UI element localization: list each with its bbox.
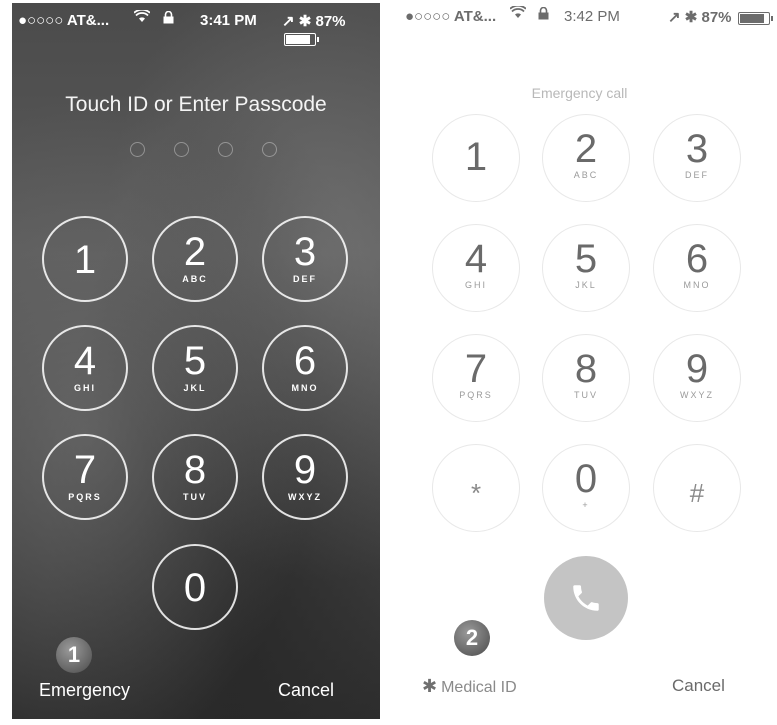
carrier-label: ●○○○○ AT&... xyxy=(18,12,110,29)
passcode-prompt: Touch ID or Enter Passcode xyxy=(65,93,327,116)
key-letters: ABC xyxy=(182,274,208,284)
key-letters: JKL xyxy=(183,383,207,393)
screenshot-stage: ●○○○○ AT&... 3:41 PM ↗ ✱ 87% Touch ID or… xyxy=(0,0,777,725)
dial-key-1[interactable]: 1 xyxy=(432,114,520,202)
key-0[interactable]: 0 xyxy=(152,544,238,630)
passcode-dot xyxy=(218,142,233,157)
lock-screen: ●○○○○ AT&... 3:41 PM ↗ ✱ 87% Touch ID or… xyxy=(12,3,380,719)
wifi-icon xyxy=(509,4,527,23)
key-digit: 0 xyxy=(574,457,598,501)
key-letters: MNO xyxy=(291,383,319,393)
key-digit: * xyxy=(470,478,482,508)
key-digit: 1 xyxy=(464,135,488,179)
key-digit: # xyxy=(689,478,705,508)
emergency-call-title: Emergency call xyxy=(531,85,628,101)
key-digit: 2 xyxy=(183,230,207,274)
dial-key-4[interactable]: 4 GHI xyxy=(432,224,520,312)
dial-key-star[interactable]: * xyxy=(432,444,520,532)
carrier-label: ●○○○○ AT&... xyxy=(405,8,497,25)
lock-icon xyxy=(163,10,174,28)
key-7[interactable]: 7 PQRS xyxy=(42,434,128,520)
medical-id-label: Medical ID xyxy=(441,679,517,696)
key-letters: JKL xyxy=(575,280,597,290)
location-bluetooth-icons: ↗ ✱ xyxy=(668,9,698,26)
key-letters: MNO xyxy=(683,280,711,290)
step-badge-2: 2 xyxy=(454,620,490,656)
key-letters: GHI xyxy=(464,280,487,290)
passcode-dots xyxy=(130,142,277,157)
key-digit: 7 xyxy=(464,347,488,391)
call-button[interactable] xyxy=(544,556,628,640)
key-letters: TUV xyxy=(183,492,207,502)
key-letters: PQRS xyxy=(459,390,493,400)
key-digit: 7 xyxy=(73,448,97,492)
key-8[interactable]: 8 TUV xyxy=(152,434,238,520)
key-6[interactable]: 6 MNO xyxy=(262,325,348,411)
cancel-button[interactable]: Cancel xyxy=(278,680,334,701)
emergency-call-screen: ●○○○○ AT&... 3:42 PM ↗ ✱ 87% Emergency c… xyxy=(400,0,777,725)
key-digit: 4 xyxy=(464,237,488,281)
key-digit: 3 xyxy=(685,127,709,171)
key-digit: 9 xyxy=(685,347,709,391)
dial-key-5[interactable]: 5 JKL xyxy=(542,224,630,312)
key-digit: 9 xyxy=(293,448,317,492)
battery-icon xyxy=(737,11,773,25)
passcode-dot xyxy=(262,142,277,157)
key-letters: DEF xyxy=(293,274,317,284)
emergency-button[interactable]: Emergency xyxy=(39,680,130,701)
key-digit: 3 xyxy=(293,230,317,274)
battery-icon xyxy=(284,32,319,46)
dial-key-6[interactable]: 6 MNO xyxy=(653,224,741,312)
dial-key-3[interactable]: 3 DEF xyxy=(653,114,741,202)
battery-percent: 87% xyxy=(315,13,346,30)
key-1[interactable]: 1 xyxy=(42,216,128,302)
key-digit: 2 xyxy=(574,127,598,171)
key-digit: 8 xyxy=(574,347,598,391)
key-digit: 8 xyxy=(183,448,207,492)
status-right-group: ↗ ✱ 87% xyxy=(668,8,773,26)
dial-key-7[interactable]: 7 PQRS xyxy=(432,334,520,422)
passcode-dot xyxy=(174,142,189,157)
dial-key-hash[interactable]: # xyxy=(653,444,741,532)
key-letters: WXYZ xyxy=(680,390,714,400)
status-bar: ●○○○○ AT&... 3:42 PM ↗ ✱ 87% xyxy=(400,0,777,34)
dial-key-8[interactable]: 8 TUV xyxy=(542,334,630,422)
status-time: 3:42 PM xyxy=(564,8,620,25)
dial-key-2[interactable]: 2 ABC xyxy=(542,114,630,202)
step-badge-1: 1 xyxy=(56,637,92,673)
passcode-dot xyxy=(130,142,145,157)
dial-key-9[interactable]: 9 WXYZ xyxy=(653,334,741,422)
key-digit: 6 xyxy=(293,339,317,383)
cancel-button[interactable]: Cancel xyxy=(672,676,725,696)
key-letters: TUV xyxy=(574,390,598,400)
battery-percent: 87% xyxy=(701,9,732,26)
key-digit: 5 xyxy=(574,237,598,281)
key-digit: 5 xyxy=(183,339,207,383)
location-bluetooth-icons: ↗ ✱ xyxy=(282,13,312,30)
key-3[interactable]: 3 DEF xyxy=(262,216,348,302)
medical-id-button[interactable]: ✱ Medical ID xyxy=(422,676,517,697)
key-4[interactable]: 4 GHI xyxy=(42,325,128,411)
key-digit: 4 xyxy=(73,339,97,383)
key-letters: DEF xyxy=(685,170,709,180)
key-digit: 1 xyxy=(73,238,97,282)
key-letters: + xyxy=(582,500,590,510)
medical-star-icon: ✱ xyxy=(422,676,438,696)
key-9[interactable]: 9 WXYZ xyxy=(262,434,348,520)
key-digit: 0 xyxy=(183,566,207,610)
key-letters: PQRS xyxy=(68,492,102,502)
key-letters: WXYZ xyxy=(288,492,322,502)
status-time: 3:41 PM xyxy=(200,12,257,29)
lock-icon xyxy=(538,6,549,24)
status-bar: ●○○○○ AT&... 3:41 PM ↗ ✱ 87% xyxy=(12,3,380,46)
key-digit: 6 xyxy=(685,237,709,281)
key-letters: GHI xyxy=(73,383,96,393)
key-2[interactable]: 2 ABC xyxy=(152,216,238,302)
dial-key-0[interactable]: 0 + xyxy=(542,444,630,532)
phone-icon xyxy=(573,585,599,611)
key-letters: ABC xyxy=(573,170,599,180)
wifi-icon xyxy=(133,8,151,27)
key-5[interactable]: 5 JKL xyxy=(152,325,238,411)
status-right-group: ↗ ✱ 87% xyxy=(282,12,380,47)
